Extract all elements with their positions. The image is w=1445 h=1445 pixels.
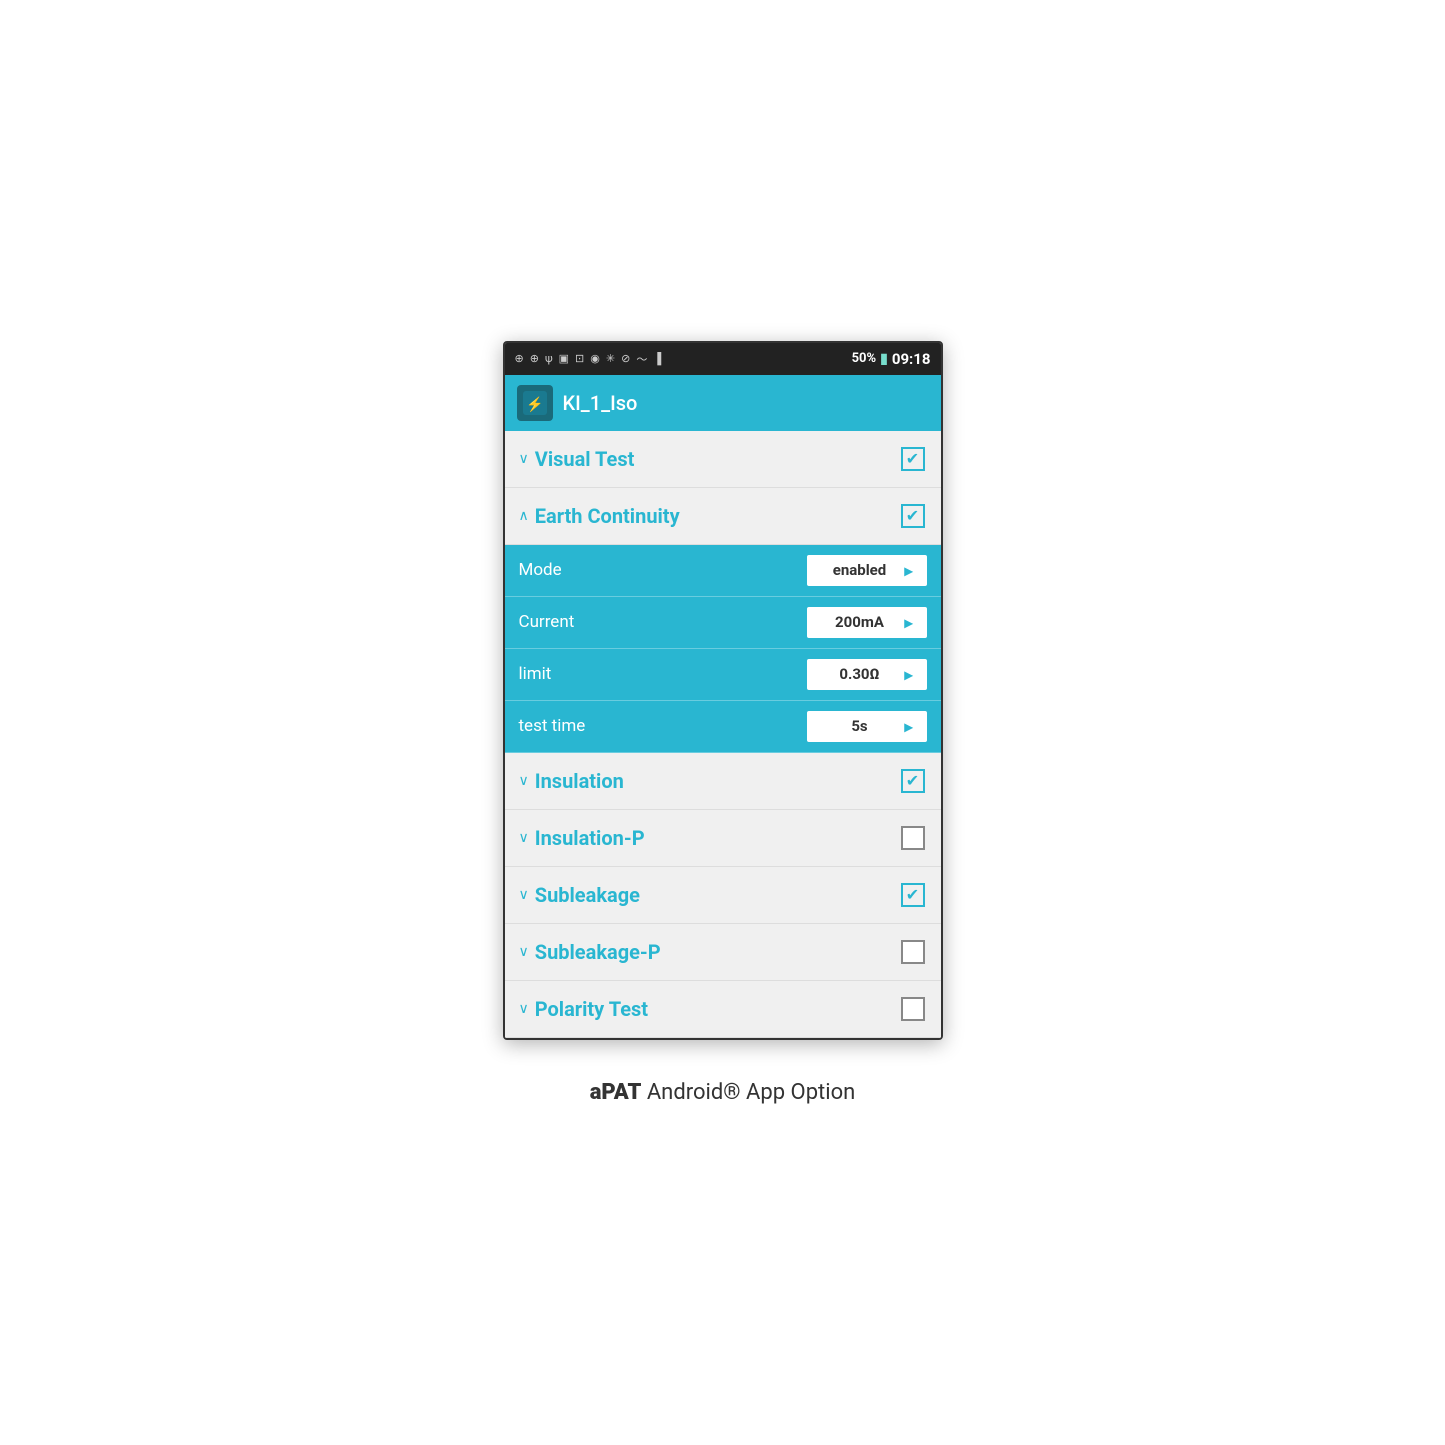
- checkbox-checked-icon: ✔: [901, 883, 925, 907]
- section-header-insulation-p[interactable]: ∨ Insulation-P: [505, 810, 941, 867]
- checkbox-earth-continuity[interactable]: ✔: [899, 502, 927, 530]
- section-title-insulation: Insulation: [535, 769, 624, 793]
- section-header-polarity-test[interactable]: ∨ Polarity Test: [505, 981, 941, 1038]
- checkbox-unchecked-icon: [901, 940, 925, 964]
- section-header-subleakage-p[interactable]: ∨ Subleakage-P: [505, 924, 941, 981]
- field-value-box[interactable]: 0.30Ω ▸: [807, 659, 927, 690]
- field-row-2: limit 0.30Ω ▸: [505, 649, 941, 701]
- status-bar: ⊕ ⊕ ψ ▣ ⊡ ◉ ✳ ⊘ 〜 ▐ 50% ▮ 09:18: [505, 343, 941, 375]
- chevron-icon: ∨: [519, 830, 529, 846]
- section-header-left: ∨ Subleakage: [519, 883, 640, 907]
- checkbox-insulation-p[interactable]: [899, 824, 927, 852]
- section-header-insulation[interactable]: ∨ Insulation ✔: [505, 753, 941, 810]
- section-title-subleakage: Subleakage: [535, 883, 640, 907]
- status-bar-left: ⊕ ⊕ ψ ▣ ⊡ ◉ ✳ ⊘ 〜 ▐: [515, 351, 662, 367]
- checkbox-polarity-test[interactable]: [899, 995, 927, 1023]
- section-header-left: ∨ Insulation: [519, 769, 624, 793]
- field-value-text: 0.30Ω: [821, 665, 899, 683]
- field-row-0: Mode enabled ▸: [505, 545, 941, 597]
- caption-regular: Android® App Option: [641, 1080, 855, 1105]
- chevron-icon: ∨: [519, 773, 529, 789]
- wifi-icon: 〜: [636, 351, 647, 367]
- field-value-text: 200mA: [821, 613, 899, 631]
- caption: aPAT Android® App Option: [590, 1080, 856, 1105]
- checkbox-visual-test[interactable]: ✔: [899, 445, 927, 473]
- section-title-earth-continuity: Earth Continuity: [535, 504, 680, 528]
- field-row-1: Current 200mA ▸: [505, 597, 941, 649]
- chevron-icon: ∨: [519, 1001, 529, 1017]
- eye-icon: ◉: [590, 352, 600, 365]
- section-title-polarity-test: Polarity Test: [535, 997, 648, 1021]
- dropdown-arrow-icon: ▸: [904, 665, 912, 684]
- section-header-visual-test[interactable]: ∨ Visual Test ✔: [505, 431, 941, 488]
- checkbox-unchecked-icon: [901, 997, 925, 1021]
- svg-text:⚡: ⚡: [526, 396, 543, 413]
- section-header-left: ∨ Insulation-P: [519, 826, 645, 850]
- phone-wrapper: ⊕ ⊕ ψ ▣ ⊡ ◉ ✳ ⊘ 〜 ▐ 50% ▮ 09:18: [503, 341, 943, 1105]
- field-label: test time: [519, 716, 586, 736]
- chevron-icon: ∨: [519, 887, 529, 903]
- field-value-box[interactable]: 200mA ▸: [807, 607, 927, 638]
- bluetooth-icon: ✳: [606, 352, 615, 365]
- chevron-icon: ∧: [519, 508, 529, 524]
- app-title: KI_1_Iso: [563, 391, 638, 415]
- app-header: ⚡ KI_1_Iso: [505, 375, 941, 431]
- checkbox-subleakage-p[interactable]: [899, 938, 927, 966]
- status-bar-right: 50% ▮ 09:18: [852, 350, 931, 368]
- section-header-earth-continuity[interactable]: ∧ Earth Continuity ✔: [505, 488, 941, 545]
- chevron-icon: ∨: [519, 944, 529, 960]
- section-header-subleakage[interactable]: ∨ Subleakage ✔: [505, 867, 941, 924]
- section-header-left: ∨ Visual Test: [519, 447, 635, 471]
- section-header-left: ∨ Subleakage-P: [519, 940, 661, 964]
- section-header-left: ∨ Polarity Test: [519, 997, 649, 1021]
- dropdown-arrow-icon: ▸: [904, 561, 912, 580]
- checkbox-subleakage[interactable]: ✔: [899, 881, 927, 909]
- phone-screen: ⊕ ⊕ ψ ▣ ⊡ ◉ ✳ ⊘ 〜 ▐ 50% ▮ 09:18: [503, 341, 943, 1040]
- section-title-insulation-p: Insulation-P: [535, 826, 645, 850]
- field-row-3: test time 5s ▸: [505, 701, 941, 753]
- section-title-visual-test: Visual Test: [535, 447, 635, 471]
- section-title-subleakage-p: Subleakage-P: [535, 940, 661, 964]
- field-value-box[interactable]: enabled ▸: [807, 555, 927, 586]
- add-icon: ⊕: [515, 352, 524, 365]
- field-value-box[interactable]: 5s ▸: [807, 711, 927, 742]
- checkbox-unchecked-icon: [901, 826, 925, 850]
- dropdown-arrow-icon: ▸: [904, 613, 912, 632]
- wifi-signal-icon: ⊕: [530, 352, 539, 365]
- checkbox-checked-icon: ✔: [901, 447, 925, 471]
- content: ∨ Visual Test ✔ ∧ Earth Continuity ✔ Mode enabl…: [505, 431, 941, 1038]
- battery-icon: ▮: [880, 351, 888, 367]
- battery-percent: 50%: [852, 351, 877, 366]
- image-icon: ⊡: [575, 352, 584, 365]
- checkbox-checked-icon: ✔: [901, 504, 925, 528]
- field-label: Mode: [519, 560, 562, 580]
- dropdown-arrow-icon: ▸: [904, 717, 912, 736]
- field-value-text: 5s: [821, 717, 899, 735]
- mute-icon: ⊘: [621, 352, 630, 365]
- chevron-icon: ∨: [519, 451, 529, 467]
- signal-bars-icon: ▐: [653, 352, 661, 365]
- screen-icon: ▣: [559, 352, 569, 365]
- checkbox-checked-icon: ✔: [901, 769, 925, 793]
- app-icon: ⚡: [517, 385, 553, 421]
- field-label: Current: [519, 612, 575, 632]
- clock: 09:18: [892, 350, 931, 368]
- section-header-left: ∧ Earth Continuity: [519, 504, 680, 528]
- usb-icon: ψ: [545, 352, 553, 365]
- expanded-earth-continuity: Modeenabled▸Current200mA▸limit0.30Ω▸test…: [505, 545, 941, 753]
- checkbox-insulation[interactable]: ✔: [899, 767, 927, 795]
- field-value-text: enabled: [821, 561, 899, 579]
- field-label: limit: [519, 664, 552, 684]
- caption-bold: aPAT: [590, 1080, 642, 1105]
